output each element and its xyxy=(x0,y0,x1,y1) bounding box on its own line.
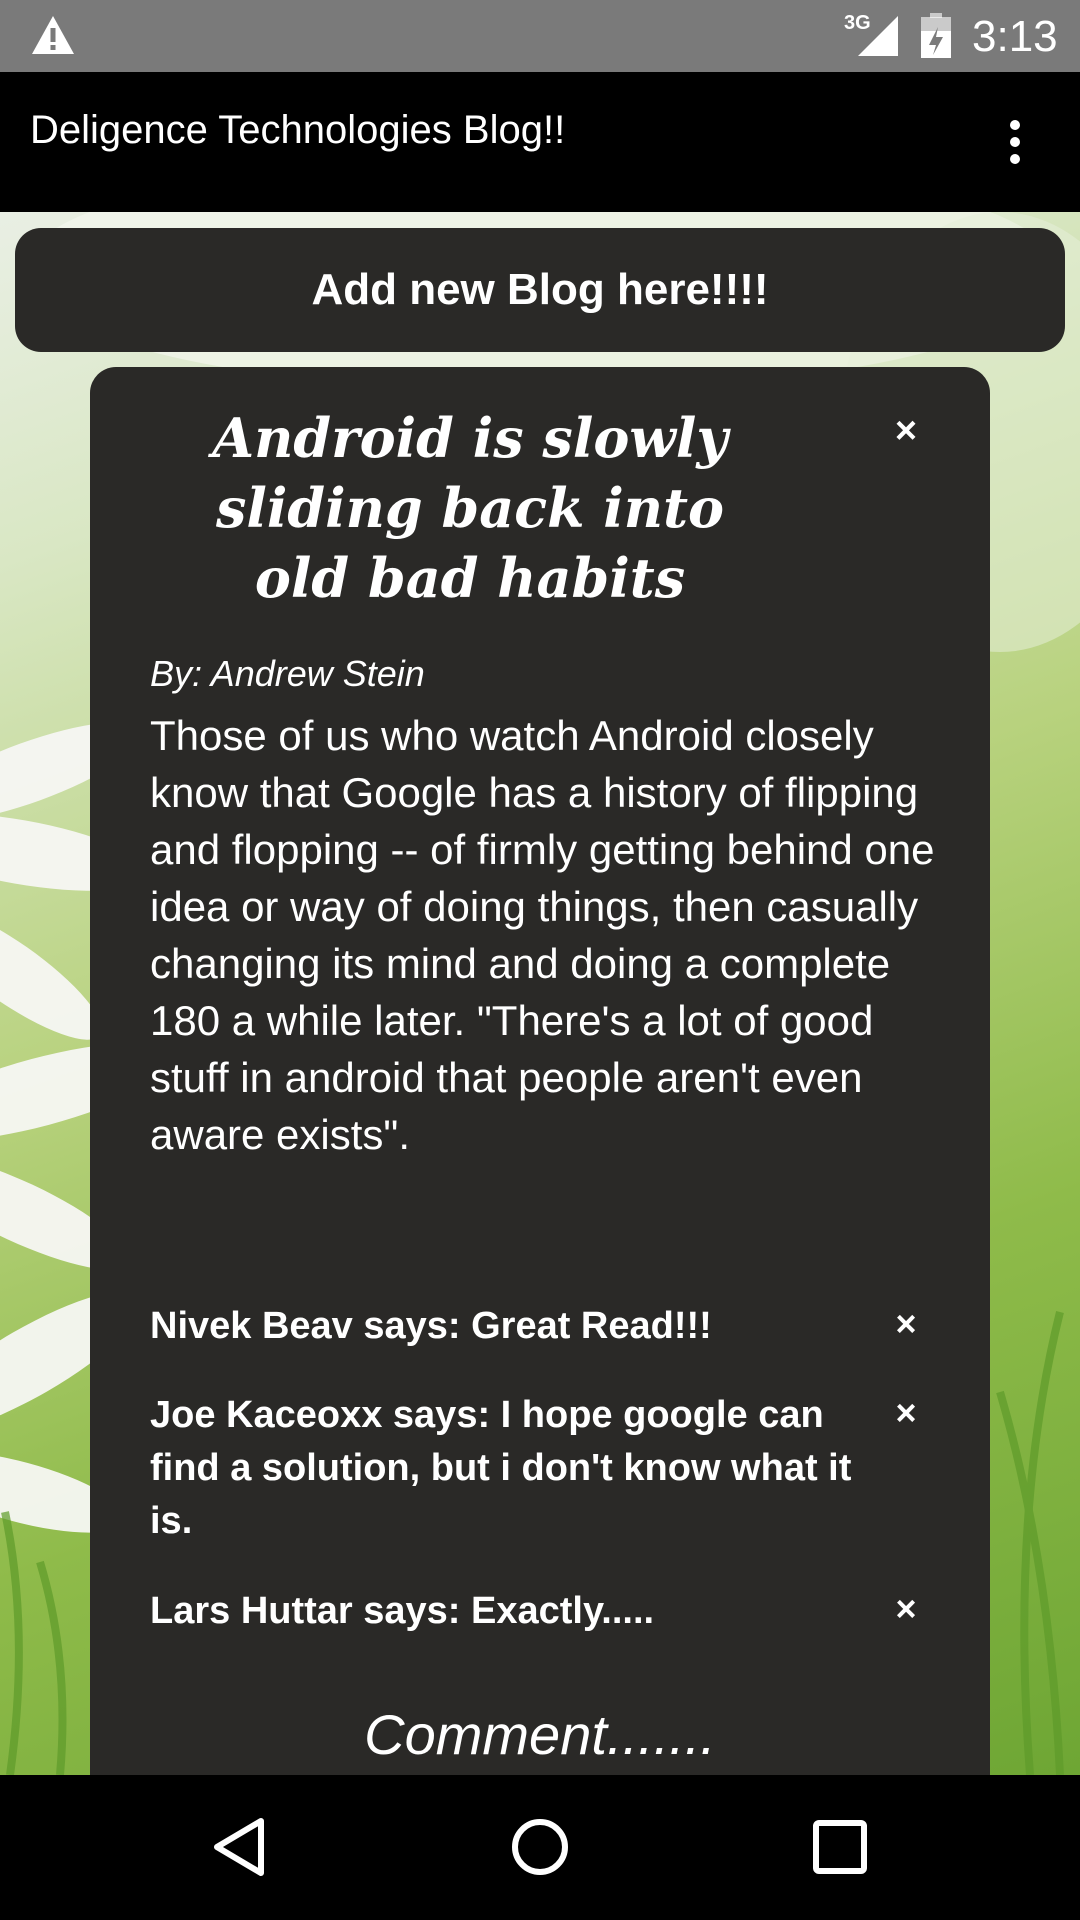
blog-body: Those of us who watch Android closely kn… xyxy=(150,712,935,1158)
screen: 3G 3:13 Deligence Technologies Blog!! Ad… xyxy=(0,0,1080,1920)
app-bar: Deligence Technologies Blog!! xyxy=(0,72,1080,212)
menu-dot xyxy=(1010,120,1020,130)
delete-comment-icon[interactable]: × xyxy=(890,1395,922,1431)
more-vert-icon[interactable] xyxy=(990,112,1040,172)
app-title: Deligence Technologies Blog!! xyxy=(30,108,566,152)
comment-text: Nivek Beav says: Great Read!!! xyxy=(150,1305,712,1347)
signal-icon xyxy=(858,16,898,56)
recents-icon[interactable] xyxy=(808,1815,872,1879)
comment-text: Joe Kaceoxx says: I hope google can find… xyxy=(150,1394,852,1542)
back-icon[interactable] xyxy=(209,1815,273,1879)
warning-icon xyxy=(32,16,74,54)
home-icon[interactable] xyxy=(508,1815,572,1879)
delete-comment-icon[interactable]: × xyxy=(890,1306,922,1342)
battery-icon xyxy=(921,13,951,58)
nav-bar xyxy=(0,1775,1080,1920)
comment-input[interactable] xyxy=(200,1697,880,1771)
delete-comment-icon[interactable]: × xyxy=(890,1591,922,1627)
menu-dot xyxy=(1010,137,1020,147)
status-bar: 3G 3:13 xyxy=(0,0,1080,72)
blog-card: Android is slowly sliding back into old … xyxy=(90,367,990,1775)
status-clock: 3:13 xyxy=(972,12,1058,61)
blog-author: By: Andrew Stein xyxy=(150,653,425,694)
blog-title: Android is slowly sliding back into old … xyxy=(212,406,728,610)
add-blog-button[interactable]: Add new Blog here!!!! xyxy=(15,228,1065,352)
menu-dot xyxy=(1010,154,1020,164)
close-blog-icon[interactable]: × xyxy=(890,412,922,450)
comment-text: Lars Huttar says: Exactly..... xyxy=(150,1590,655,1632)
